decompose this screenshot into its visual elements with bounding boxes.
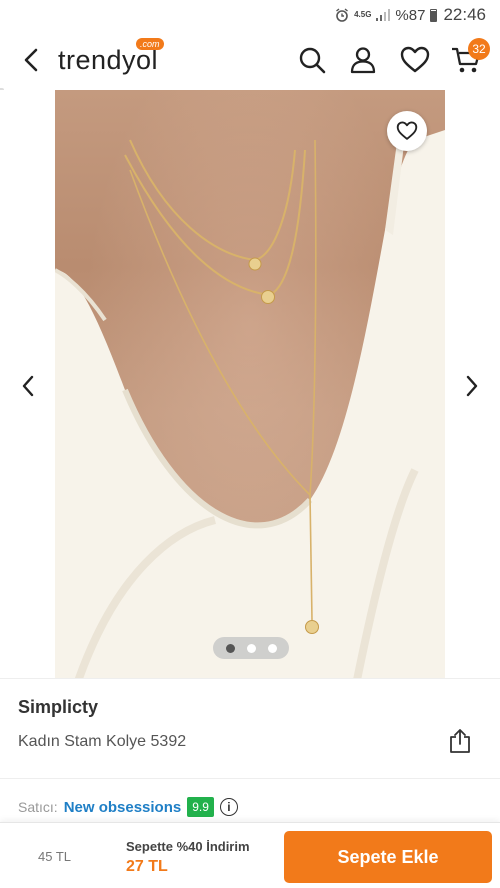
add-to-cart-button[interactable]: Sepete Ekle	[284, 831, 492, 883]
discounted-price: 27 TL	[126, 858, 168, 875]
network-type: 4.5G	[354, 10, 372, 19]
product-info: Simplicty Kadın Stam Kolye 5392	[0, 678, 500, 778]
account-button[interactable]	[347, 44, 379, 76]
product-gallery[interactable]	[0, 90, 500, 678]
gallery-dot[interactable]	[225, 643, 235, 653]
heart-icon	[400, 46, 430, 73]
signal-icon	[376, 9, 391, 21]
previous-image-button[interactable]	[14, 372, 42, 400]
seller-section: Satıcı: New obsessions 9.9 i	[0, 778, 500, 822]
status-icons: 4.5G %87	[335, 6, 438, 24]
chevron-right-icon	[466, 375, 478, 397]
logo-badge: .com	[136, 38, 164, 50]
gallery-dot[interactable]	[267, 643, 277, 653]
gallery-dot[interactable]	[246, 643, 256, 653]
search-icon	[299, 47, 326, 74]
share-icon	[450, 729, 470, 753]
next-image-button[interactable]	[458, 372, 486, 400]
product-name: Kadın Stam Kolye 5392	[18, 733, 187, 750]
battery-level: %87	[395, 6, 426, 24]
original-price: 45 TL	[38, 849, 72, 864]
info-icon[interactable]: i	[219, 798, 238, 816]
chevron-left-icon	[22, 375, 34, 397]
status-bar: 4.5G %87 22:46	[0, 0, 500, 30]
battery-icon	[430, 8, 438, 22]
gallery-pagination[interactable]	[213, 637, 289, 659]
back-button[interactable]	[18, 46, 44, 74]
seller-row: Satıcı: New obsessions 9.9 i	[18, 797, 238, 817]
seller-score-badge: 9.9	[187, 797, 214, 817]
add-to-favorites-button[interactable]	[387, 111, 427, 151]
cart-discount-label: Sepette %40 İndirim	[126, 839, 250, 854]
user-icon	[350, 47, 376, 74]
heart-icon	[396, 121, 418, 140]
product-photo-illustration	[55, 120, 445, 678]
cart-count-badge: 32	[468, 38, 490, 60]
share-button[interactable]	[447, 727, 473, 755]
alarm-icon	[336, 8, 349, 22]
product-image[interactable]	[55, 90, 445, 678]
bottom-action-bar: 45 TL Sepette %40 İndirim 27 TL Sepete E…	[0, 822, 500, 888]
app-header: trendyol .com 32	[0, 30, 500, 90]
seller-name-link[interactable]: New obsessions	[64, 799, 182, 816]
favorites-button[interactable]	[399, 44, 431, 76]
clock: 22:46	[443, 5, 486, 24]
chevron-left-icon	[24, 48, 38, 72]
search-button[interactable]	[296, 44, 328, 76]
seller-label: Satıcı:	[18, 799, 58, 815]
cart-button[interactable]: 32	[450, 38, 490, 76]
product-brand[interactable]: Simplicty	[18, 697, 98, 718]
